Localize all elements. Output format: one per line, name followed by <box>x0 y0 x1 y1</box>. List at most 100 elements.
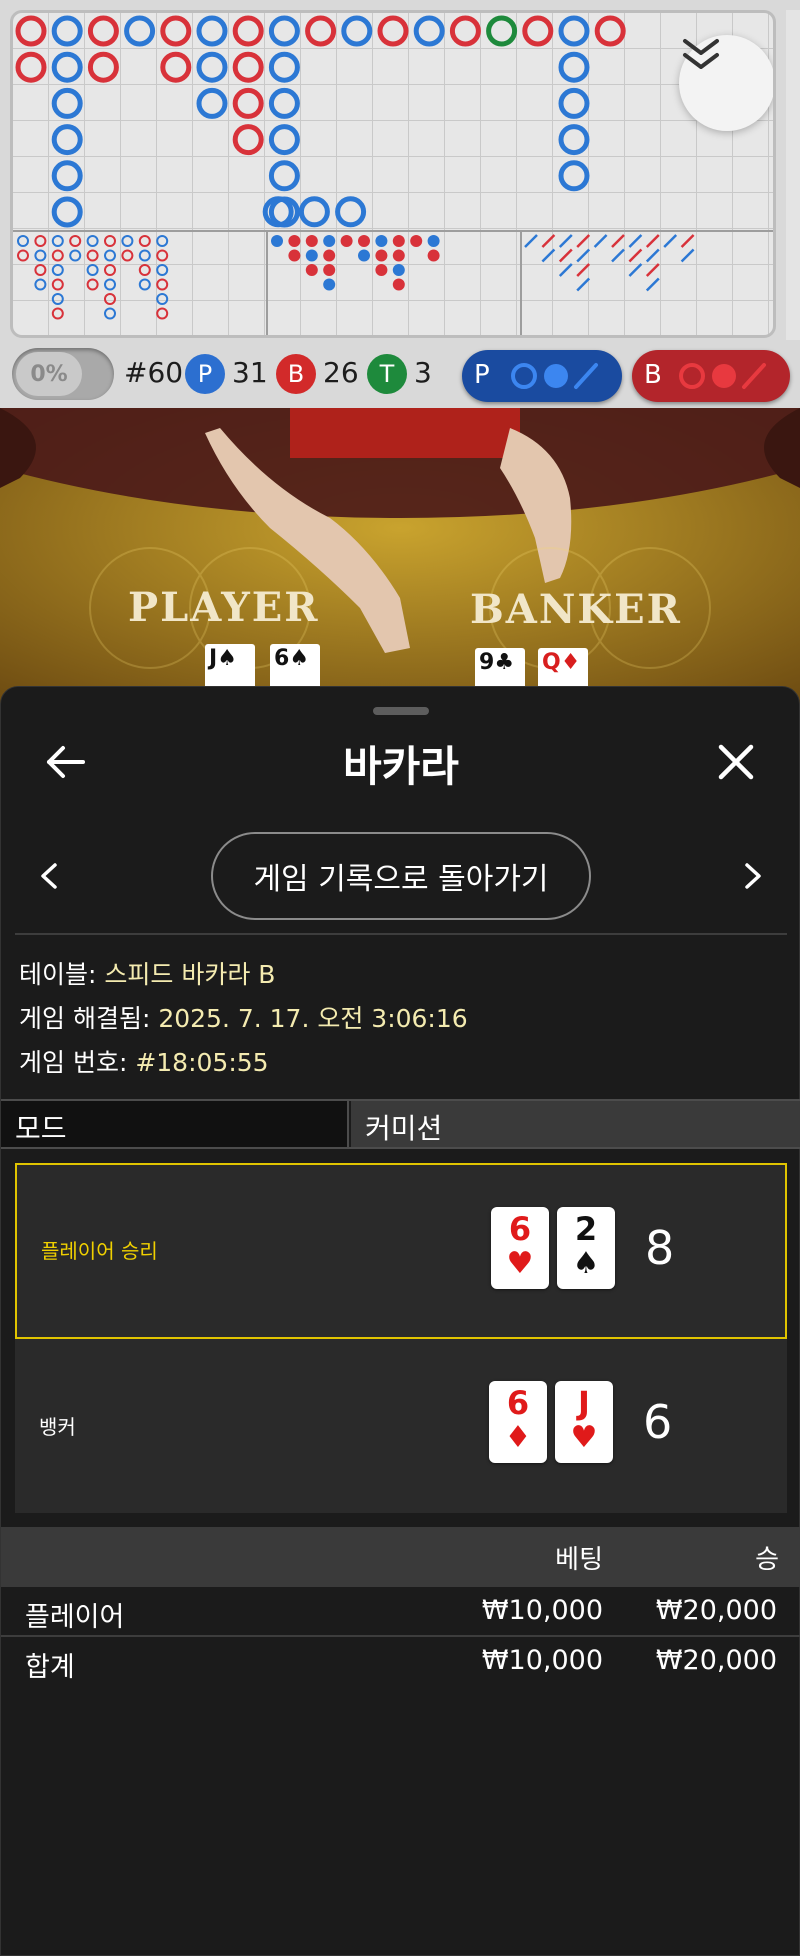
road-marker <box>427 235 440 247</box>
road-marker <box>413 15 445 47</box>
percent-toggle[interactable]: 0% <box>12 348 114 400</box>
road-marker <box>86 249 99 262</box>
scoreboard-roads <box>0 0 800 340</box>
win-amount: ₩20,000 <box>655 1595 777 1626</box>
bet-table-header: 베팅 승 <box>1 1527 800 1587</box>
player-badge: P <box>185 354 225 394</box>
live-video: PLAYER BANKER J♠ 6♠ 9♣ Q♦ <box>0 408 800 708</box>
road-marker <box>541 248 556 263</box>
table-row: 플레이어 ₩10,000 ₩20,000 <box>1 1587 800 1637</box>
round-count: #60 <box>124 356 184 389</box>
player-prediction-icons <box>511 363 598 389</box>
close-button[interactable] <box>711 737 761 787</box>
scroll-edge <box>786 10 800 340</box>
previous-game-button[interactable] <box>31 851 67 901</box>
player-card-1: 6 ♥ <box>491 1207 549 1289</box>
resolved-value: 2025. 7. 17. 오전 3:06:16 <box>158 1004 468 1033</box>
road-marker <box>323 264 336 276</box>
player-score: 8 <box>645 1221 675 1275</box>
game-detail-sheet: 바카라 게임 기록으로 돌아가기 테이블: 스피드 바카라 B 게임 해결됨: … <box>0 686 800 1956</box>
heart-icon: ♥ <box>570 1420 598 1455</box>
road-marker <box>298 196 330 228</box>
road-marker <box>628 234 643 248</box>
road-marker <box>611 248 625 263</box>
road-marker <box>392 264 405 276</box>
player-table-label: PLAYER <box>128 584 320 631</box>
road-marker <box>628 263 643 277</box>
road-marker <box>156 307 169 320</box>
next-game-button[interactable] <box>735 851 771 901</box>
road-marker <box>104 278 116 291</box>
bet-table: 플레이어 ₩10,000 ₩20,000 합계 ₩10,000 ₩20,000 <box>1 1587 800 1687</box>
road-marker <box>17 235 29 247</box>
road-marker <box>51 293 64 305</box>
road-marker <box>156 235 169 247</box>
return-to-history-button[interactable]: 게임 기록으로 돌아가기 <box>211 832 591 920</box>
banker-table-label: BANKER <box>470 586 682 633</box>
table-value: 스피드 바카라 B <box>104 960 276 989</box>
road-marker <box>51 51 83 83</box>
road-marker <box>138 249 151 262</box>
road-marker <box>335 196 367 228</box>
road-marker <box>558 248 573 263</box>
table-label: 테이블: <box>19 960 97 989</box>
road-marker <box>232 51 264 83</box>
road-marker <box>392 235 405 247</box>
road-marker <box>628 248 643 263</box>
round-result: 플레이어 승리 6 ♥ 2 ♠ 8 뱅커 6 ♦ J ♥ 6 <box>15 1163 787 1513</box>
banker-prediction-button[interactable]: B <box>632 350 790 402</box>
road-marker <box>358 235 370 247</box>
road-marker <box>323 235 336 247</box>
banker-card-1: 6 ♦ <box>489 1381 547 1463</box>
road-marker <box>268 160 300 192</box>
diamond-icon: ♦ <box>504 1420 532 1455</box>
heart-icon: ♥ <box>506 1246 534 1281</box>
commission-label: 커미션 <box>351 1101 800 1147</box>
road-marker <box>232 87 264 119</box>
road-marker <box>51 278 64 291</box>
road-marker <box>558 234 573 248</box>
road-marker <box>51 235 64 247</box>
player-prediction-button[interactable]: P <box>462 350 622 402</box>
mode-label: 모드 <box>1 1101 349 1147</box>
road-marker <box>680 248 695 263</box>
road-marker <box>305 249 318 262</box>
road-marker <box>558 15 590 47</box>
app-root: 0% #60 P 31 B 26 T 3 P B PLAYER BANKER J… <box>0 0 800 1956</box>
road-marker <box>377 15 409 47</box>
page-title: 바카라 <box>343 742 459 791</box>
road-marker <box>69 235 82 247</box>
player-card-2: 2 ♠ <box>557 1207 615 1289</box>
road-map-svg <box>13 15 773 335</box>
collapse-button[interactable] <box>679 35 773 131</box>
road-marker <box>341 15 373 47</box>
banker-result-row: 뱅커 6 ♦ J ♥ 6 <box>15 1339 787 1515</box>
sheet-drag-handle[interactable] <box>373 707 429 715</box>
road-marker <box>34 278 47 291</box>
road-marker <box>51 196 83 228</box>
total-bet-amount: ₩10,000 <box>481 1645 603 1676</box>
road-marker <box>86 264 99 276</box>
road-marker <box>323 249 336 262</box>
banker-card-2: J ♥ <box>555 1381 613 1463</box>
road-marker <box>375 264 388 276</box>
road-marker <box>51 160 83 192</box>
road-marker <box>232 124 264 156</box>
road-marker <box>323 278 336 291</box>
bet-column-header: 베팅 <box>555 1545 603 1575</box>
banker-prediction-icons <box>679 363 766 389</box>
road-marker <box>576 277 591 292</box>
banker-badge: B <box>276 354 316 394</box>
derived-roads <box>17 234 695 320</box>
road-marker <box>138 278 151 291</box>
bet-name: 플레이어 <box>25 1602 125 1633</box>
road-marker <box>104 293 116 305</box>
road-marker <box>645 248 660 263</box>
chevron-right-icon <box>745 863 761 889</box>
road-marker <box>232 15 264 47</box>
dealer-table-scene <box>0 408 800 708</box>
back-button[interactable] <box>41 737 91 787</box>
road-marker <box>593 234 608 248</box>
player-count: 31 <box>232 356 268 389</box>
resolved-label: 게임 해결됨: <box>19 1004 151 1033</box>
